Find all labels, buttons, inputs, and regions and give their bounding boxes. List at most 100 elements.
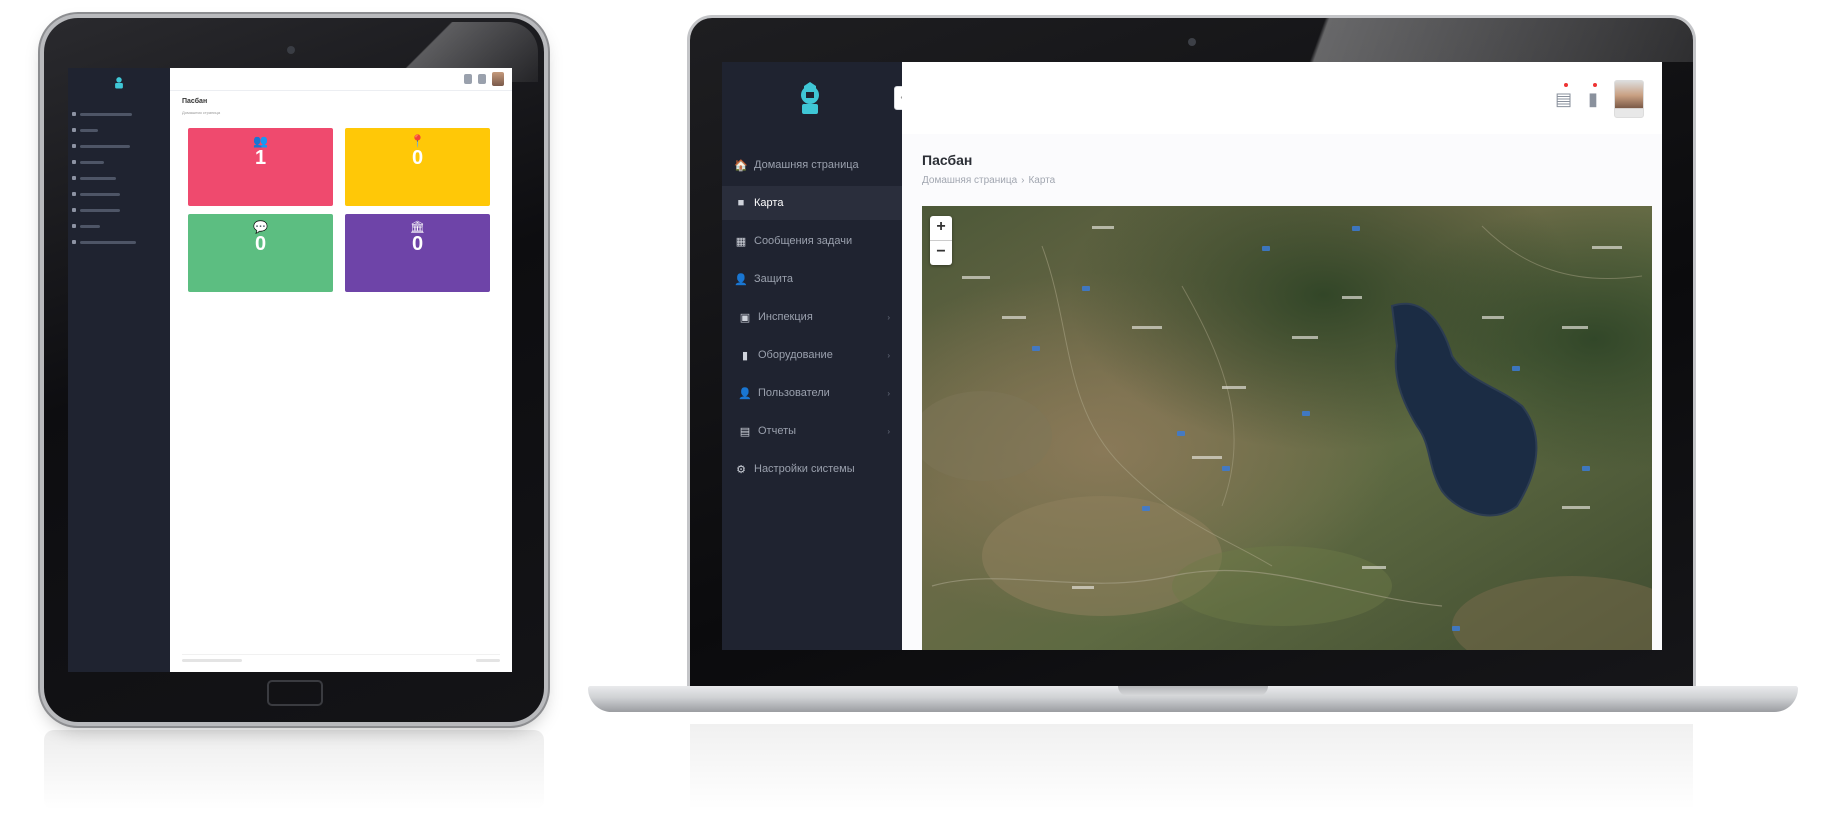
home-icon: 🏠 xyxy=(734,159,748,172)
laptop-notch xyxy=(1118,686,1268,696)
notification-badge xyxy=(1593,82,1598,87)
stat-card[interactable]: 👥 1 xyxy=(188,128,333,206)
tablet-device: Пасбан Домашняя страница 👥 1 📍 0 💬 0 🏛 0 xyxy=(44,18,544,722)
tablet-menu-dot xyxy=(72,144,76,148)
zoom-out-button[interactable]: − xyxy=(930,240,952,265)
stat-card[interactable]: 🏛 0 xyxy=(345,214,490,292)
tablet-menu-item[interactable] xyxy=(72,156,168,168)
tablet-menu-item[interactable] xyxy=(72,124,168,136)
tablet-menu-dot xyxy=(72,224,76,228)
tablet-menu-dot xyxy=(72,128,76,132)
page-title: Пасбан xyxy=(922,152,973,168)
chevron-right-icon: › xyxy=(887,312,890,322)
tablet-header xyxy=(170,68,512,91)
notification-badge xyxy=(1563,82,1568,87)
tablet-menu-bar xyxy=(80,176,116,180)
users-icon: 👤 xyxy=(738,387,752,400)
zoom-in-button[interactable]: + xyxy=(930,216,952,240)
sidebar-item-map[interactable]: ■ Карта xyxy=(722,186,902,220)
tablet-main: Пасбан Домашняя страница 👥 1 📍 0 💬 0 🏛 0 xyxy=(170,68,512,672)
tablet-menu-item[interactable] xyxy=(72,108,168,120)
satellite-map-image xyxy=(922,206,1652,650)
satellite-map[interactable]: + − xyxy=(922,206,1652,650)
laptop-device: 🏠 Домашняя страница ■ Карта ▦ Сообщения … xyxy=(690,18,1693,690)
shield-logo-icon xyxy=(801,82,819,114)
tablet-header-icons xyxy=(464,72,504,86)
breadcrumb-separator: › xyxy=(1021,175,1025,186)
tablet-menu-item[interactable] xyxy=(72,220,168,232)
notification-icon[interactable]: ▮ xyxy=(1588,82,1598,110)
sidebar-item-home[interactable]: 🏠 Домашняя страница xyxy=(722,148,902,182)
tablet-menu-bar xyxy=(80,224,100,228)
tablet-menu-item[interactable] xyxy=(72,236,168,248)
header-icons: ▤ ▮ xyxy=(1555,80,1644,118)
stat-card-value: 0 xyxy=(411,147,424,169)
stat-card-value: 0 xyxy=(254,233,267,255)
tablet-breadcrumb-item: Домашняя страница xyxy=(182,110,221,115)
sidebar-item-label: Домашняя страница xyxy=(754,159,859,171)
stat-card[interactable]: 💬 0 xyxy=(188,214,333,292)
user-icon: 👤 xyxy=(734,273,748,286)
laptop-glare xyxy=(1273,18,1693,62)
top-header: ▤ ▮ xyxy=(902,62,1662,134)
tablet-menu-bar xyxy=(80,208,120,212)
sidebar-item-label: Отчеты xyxy=(758,425,797,437)
avatar[interactable] xyxy=(1614,80,1644,118)
tablet-sidebar xyxy=(68,68,170,672)
laptop-screen: 🏠 Домашняя страница ■ Карта ▦ Сообщения … xyxy=(722,62,1662,650)
sidebar-item-label: Оборудование xyxy=(758,349,833,361)
tablet-page-title: Пасбан xyxy=(182,98,208,105)
tablet-home-button xyxy=(267,680,323,706)
tablet-screen: Пасбан Домашняя страница 👥 1 📍 0 💬 0 🏛 0 xyxy=(68,68,512,672)
stat-card-value: 0 xyxy=(411,233,424,255)
sidebar-item-label: Пользователи xyxy=(758,387,830,399)
tablet-menu-dot xyxy=(72,208,76,212)
tablet-menu-item[interactable] xyxy=(72,172,168,184)
tablet-menu-dot xyxy=(72,176,76,180)
tablet-menu-item[interactable] xyxy=(72,188,168,200)
server-icon[interactable]: ▤ xyxy=(1555,82,1572,110)
sidebar-item-label: Защита xyxy=(754,273,793,285)
chat-icon: 💬 xyxy=(253,220,268,234)
breadcrumb: Домашняя страница › Карта xyxy=(922,175,1055,186)
sidebar: 🏠 Домашняя страница ■ Карта ▦ Сообщения … xyxy=(722,62,902,650)
inspection-icon: ▣ xyxy=(739,311,751,324)
tablet-menu-bar xyxy=(80,160,104,164)
avatar[interactable] xyxy=(492,72,504,86)
notification-icon[interactable] xyxy=(478,74,486,84)
tablet-menu-item[interactable] xyxy=(72,140,168,152)
map-zoom-control: + − xyxy=(930,216,952,265)
tablet-menu-bar xyxy=(80,192,120,196)
users-group-icon: 👥 xyxy=(253,134,268,148)
reports-icon: ▤ xyxy=(739,425,751,438)
building-icon: 🏛 xyxy=(409,220,426,234)
tablet-menu-bar xyxy=(80,240,136,244)
sidebar-item-label: Инспекция xyxy=(758,311,813,323)
footer-text-placeholder xyxy=(476,659,500,662)
stat-cards: 👥 1 📍 0 💬 0 🏛 0 xyxy=(188,128,490,292)
sidebar-item-reports[interactable]: ▤ Отчеты › xyxy=(722,414,902,448)
breadcrumb-home[interactable]: Домашняя страница xyxy=(922,175,1017,186)
sidebar-item-users[interactable]: 👤 Пользователи › xyxy=(722,376,902,410)
tablet-footer xyxy=(182,654,500,662)
tablet-menu-item[interactable] xyxy=(72,204,168,216)
tablet-menu-dot xyxy=(72,240,76,244)
sidebar-item-equipment[interactable]: ▮ Оборудование › xyxy=(722,338,902,372)
equipment-icon: ▮ xyxy=(741,349,749,362)
sidebar-item-protection[interactable]: 👤 Защита xyxy=(722,262,902,296)
tablet-menu-bar xyxy=(80,128,98,132)
sidebar-item-inspection[interactable]: ▣ Инспекция › xyxy=(722,300,902,334)
tablet-menu-bar xyxy=(80,144,130,148)
sidebar-item-settings[interactable]: ⚙ Настройки системы xyxy=(722,452,902,486)
stat-card[interactable]: 📍 0 xyxy=(345,128,490,206)
tablet-breadcrumb: Домашняя страница xyxy=(182,110,220,115)
chevron-right-icon: › xyxy=(887,388,890,398)
server-icon[interactable] xyxy=(464,74,472,84)
tablet-menu-dot xyxy=(72,192,76,196)
tablet-menu-bar xyxy=(80,112,132,116)
tablet-menu xyxy=(72,108,168,252)
sidebar-item-label: Карта xyxy=(754,197,784,209)
sidebar-item-messages[interactable]: ▦ Сообщения задачи xyxy=(722,224,902,258)
sidebar-item-label: Настройки системы xyxy=(754,463,855,475)
sidebar-menu: 🏠 Домашняя страница ■ Карта ▦ Сообщения … xyxy=(722,148,902,490)
